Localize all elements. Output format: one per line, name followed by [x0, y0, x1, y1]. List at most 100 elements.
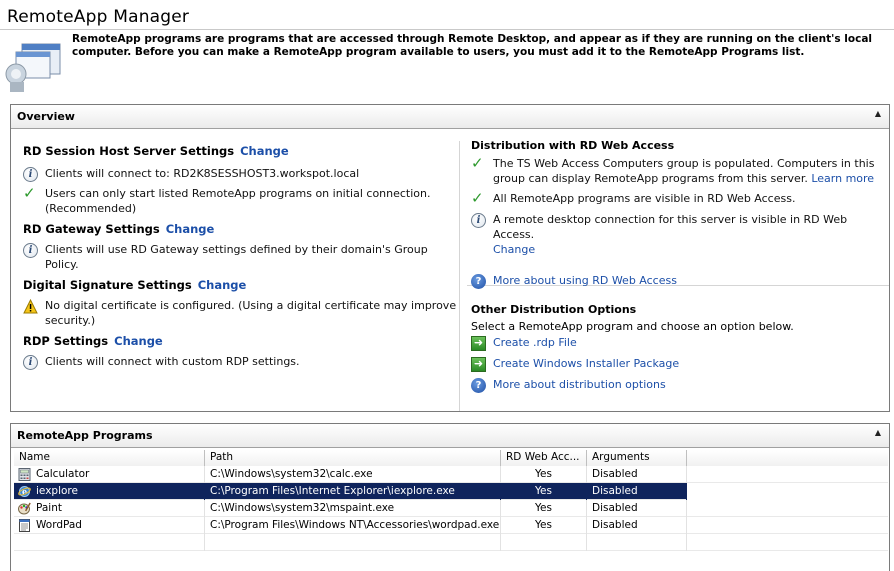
distribution-connection-info: i A remote desktop connection for this s… [471, 212, 891, 257]
cell-path: C:\Program Files\Windows NT\Accessories\… [205, 517, 501, 534]
calculator-icon [18, 468, 31, 481]
rdsh-connect-text: Clients will connect to: RD2K8SESSHOST3.… [45, 167, 360, 180]
cell-empty [587, 534, 687, 551]
cell-web-access: Yes [501, 500, 587, 517]
other-distribution-title: Other Distribution Options [471, 303, 637, 316]
more-distribution-row: ? More about distribution options [471, 377, 891, 393]
overview-header[interactable]: Overview ▲ [11, 105, 889, 129]
distribution-visible-info: ✓ All RemoteApp programs are visible in … [471, 191, 891, 206]
cell-path: C:\Program Files\Internet Explorer\iexpl… [205, 483, 501, 500]
distribution-column: Distribution with RD Web Access ✓ The TS… [471, 139, 891, 393]
column-header-arguments[interactable]: Arguments [587, 450, 687, 466]
cell-filler [687, 517, 888, 534]
distribution-connection-text: A remote desktop connection for this ser… [493, 213, 848, 241]
check-icon: ✓ [471, 154, 484, 172]
gateway-info: i Clients will use RD Gateway settings d… [23, 242, 463, 272]
programs-title: RemoteApp Programs [17, 429, 153, 442]
gateway-settings-title: RD Gateway Settings Change [23, 222, 463, 238]
table-row[interactable]: Calculator C:\Windows\system32\calc.exe … [14, 466, 888, 483]
cell-arguments: Disabled [587, 517, 687, 534]
column-header-name[interactable]: Name [14, 450, 205, 466]
gateway-change-link[interactable]: Change [166, 222, 215, 236]
cell-name: Calculator [14, 466, 205, 483]
collapse-up-icon[interactable]: ▲ [875, 109, 881, 118]
row-name-text: iexplore [36, 485, 78, 497]
column-header-path[interactable]: Path [205, 450, 501, 466]
row-name-text: Paint [36, 502, 62, 514]
cell-filler [687, 500, 888, 517]
distribution-group-info: ✓ The TS Web Access Computers group is p… [471, 156, 891, 186]
table-header: Name Path RD Web Acc... Arguments [14, 450, 888, 466]
signature-warning: No digital certificate is configured. (U… [23, 298, 463, 328]
cell-arguments: Disabled [587, 483, 687, 500]
create-msi-row: ➜ Create Windows Installer Package [471, 356, 891, 372]
table-row[interactable]: WordPad C:\Program Files\Windows NT\Acce… [14, 517, 888, 534]
rdsh-change-link[interactable]: Change [240, 144, 289, 158]
cell-web-access: Yes [501, 466, 587, 483]
programs-panel: RemoteApp Programs ▲ Name Path RD Web Ac… [10, 423, 890, 571]
wordpad-icon [19, 519, 30, 532]
rdsh-connect-info: i Clients will connect to: RD2K8SESSHOST… [23, 166, 463, 182]
cell-web-access: Yes [501, 483, 587, 500]
paint-icon [18, 502, 31, 515]
cell-empty [205, 534, 501, 551]
distribution-change-link[interactable]: Change [493, 243, 535, 256]
cell-empty [501, 534, 587, 551]
arrow-right-icon: ➜ [471, 357, 486, 372]
remoteapp-logo-icon [5, 43, 61, 92]
ie-icon: e [18, 486, 31, 497]
rdp-change-link[interactable]: Change [114, 334, 163, 348]
help-icon: ? [471, 274, 486, 289]
rdsh-initial-connection-info: ✓ Users can only start listed RemoteApp … [23, 186, 463, 216]
create-rdp-link[interactable]: Create .rdp File [493, 336, 577, 349]
column-header-web-access[interactable]: RD Web Acc... [501, 450, 587, 466]
settings-column: RD Session Host Server Settings Change i … [23, 144, 463, 370]
overview-title: Overview [17, 110, 75, 123]
cell-web-access: Yes [501, 517, 587, 534]
programs-header[interactable]: RemoteApp Programs ▲ [11, 424, 889, 448]
create-rdp-row: ➜ Create .rdp File [471, 335, 891, 351]
distribution-title: Distribution with RD Web Access [471, 139, 675, 152]
learn-more-link[interactable]: Learn more [811, 172, 874, 185]
create-msi-link[interactable]: Create Windows Installer Package [493, 357, 679, 370]
table-row[interactable]: Paint C:\Windows\system32\mspaint.exe Ye… [14, 500, 888, 517]
gateway-text: Clients will use RD Gateway settings def… [45, 243, 428, 271]
row-name-text: Calculator [36, 468, 90, 480]
programs-table: Name Path RD Web Acc... Arguments Calcul… [14, 450, 888, 551]
more-distribution-link[interactable]: More about distribution options [493, 378, 666, 391]
collapse-up-icon[interactable]: ▲ [875, 428, 881, 437]
warning-icon [23, 299, 38, 314]
table-row-empty[interactable] [14, 534, 888, 551]
cell-name: e iexplore [14, 483, 205, 500]
cell-empty [14, 534, 205, 551]
cell-empty [687, 534, 888, 551]
rdsh-settings-label: RD Session Host Server Settings [23, 144, 235, 158]
page-title: RemoteApp Manager [7, 7, 190, 27]
intro-description: RemoteApp programs are programs that are… [72, 33, 872, 58]
more-web-access-link[interactable]: More about using RD Web Access [493, 274, 677, 287]
cell-arguments: Disabled [587, 466, 687, 483]
distribution-visible-text: All RemoteApp programs are visible in RD… [493, 192, 796, 205]
signature-change-link[interactable]: Change [198, 278, 247, 292]
check-icon: ✓ [23, 184, 36, 202]
rdp-settings-label: RDP Settings [23, 334, 109, 348]
info-icon: i [23, 355, 38, 370]
cell-filler [687, 483, 888, 500]
rdp-settings-title: RDP Settings Change [23, 334, 463, 350]
cell-path: C:\Windows\system32\mspaint.exe [205, 500, 501, 517]
info-icon: i [23, 167, 38, 182]
title-bar: RemoteApp Manager [0, 0, 894, 30]
column-header-filler [687, 450, 888, 466]
help-icon: ? [471, 378, 486, 393]
check-icon: ✓ [471, 189, 484, 207]
cell-filler [687, 466, 888, 483]
arrow-right-icon: ➜ [471, 336, 486, 351]
table-row-selected[interactable]: e iexplore C:\Program Files\Internet Exp… [14, 483, 888, 500]
rdp-info: i Clients will connect with custom RDP s… [23, 354, 463, 370]
more-web-access-row: ? More about using RD Web Access [471, 273, 891, 289]
cell-path: C:\Windows\system32\calc.exe [205, 466, 501, 483]
info-icon: i [23, 243, 38, 258]
rdp-text: Clients will connect with custom RDP set… [45, 355, 300, 368]
rdsh-settings-title: RD Session Host Server Settings Change [23, 144, 463, 160]
rdsh-initial-connection-text: Users can only start listed RemoteApp pr… [45, 187, 431, 215]
